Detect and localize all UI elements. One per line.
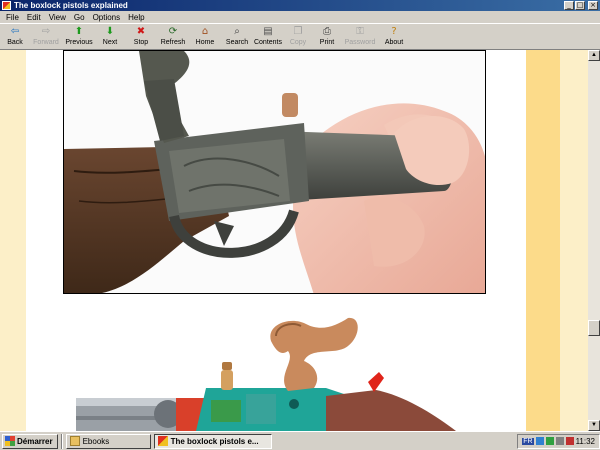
contents-button[interactable]: ▤ Contents bbox=[253, 24, 283, 50]
pistol-photo bbox=[63, 50, 486, 294]
about-button[interactable]: ? About bbox=[379, 24, 409, 50]
menu-go[interactable]: Go bbox=[70, 13, 89, 22]
system-tray: FR 11:32 bbox=[517, 433, 600, 449]
home-icon: ⌂ bbox=[201, 26, 209, 37]
search-button[interactable]: ⌕ Search bbox=[221, 24, 253, 50]
taskbar: Démarrer Ebooks The boxlock pistols e...… bbox=[0, 431, 600, 450]
password-button[interactable]: ⚿ Password bbox=[341, 24, 379, 50]
menu-options[interactable]: Options bbox=[89, 13, 125, 22]
copy-icon: ❐ bbox=[293, 26, 303, 37]
start-button[interactable]: Démarrer bbox=[2, 433, 58, 449]
taskbar-separator bbox=[60, 433, 63, 449]
key-icon: ⚿ bbox=[356, 26, 364, 37]
menu-help[interactable]: Help bbox=[124, 13, 148, 22]
refresh-button[interactable]: ⟳ Refresh bbox=[157, 24, 189, 50]
close-button[interactable]: × bbox=[588, 1, 598, 10]
copy-button[interactable]: ❐ Copy bbox=[283, 24, 313, 50]
toolbar: ⇦ Back ⇨ Forward ⬆ Previous ⬇ Next ✖ Stop ⟳ Re… bbox=[0, 23, 600, 50]
maximize-button[interactable]: □ bbox=[575, 1, 585, 10]
next-button[interactable]: ⬇ Next bbox=[95, 24, 125, 50]
about-icon: ? bbox=[391, 26, 397, 37]
window-title: The boxlock pistols explained bbox=[14, 1, 128, 10]
task-boxlock-pistols[interactable]: The boxlock pistols e... bbox=[153, 433, 272, 449]
scroll-up-button[interactable]: ▲ bbox=[588, 50, 600, 61]
contents-icon: ▤ bbox=[263, 26, 273, 37]
print-button[interactable]: ⎙ Print bbox=[313, 24, 341, 50]
scroll-down-button[interactable]: ▼ bbox=[588, 420, 600, 431]
forward-arrow-icon: ⇨ bbox=[41, 26, 51, 37]
print-icon: ⎙ bbox=[323, 26, 331, 37]
refresh-icon: ⟳ bbox=[168, 26, 178, 37]
home-button[interactable]: ⌂ Home bbox=[189, 24, 221, 50]
back-arrow-icon: ⇦ bbox=[10, 26, 20, 37]
volume-icon[interactable] bbox=[555, 437, 564, 445]
content-viewport[interactable] bbox=[0, 50, 588, 431]
stop-icon: ✖ bbox=[136, 26, 146, 37]
previous-button[interactable]: ⬆ Previous bbox=[63, 24, 95, 50]
minimize-button[interactable]: _ bbox=[564, 1, 574, 10]
search-icon: ⌕ bbox=[234, 26, 240, 37]
menu-file[interactable]: File bbox=[2, 13, 23, 22]
language-indicator[interactable]: FR bbox=[522, 437, 534, 445]
scroll-thumb[interactable] bbox=[588, 320, 600, 336]
vertical-scrollbar[interactable]: ▲ ▼ bbox=[588, 50, 600, 431]
folder-icon bbox=[69, 436, 80, 446]
menu-edit[interactable]: Edit bbox=[23, 13, 45, 22]
task-ebooks[interactable]: Ebooks bbox=[65, 433, 151, 449]
stop-button[interactable]: ✖ Stop bbox=[125, 24, 157, 50]
network-icon[interactable] bbox=[535, 437, 544, 445]
windows-flag-icon bbox=[5, 436, 15, 446]
down-arrow-icon: ⬇ bbox=[105, 26, 115, 37]
menu-bar: File Edit View Go Options Help bbox=[0, 11, 600, 23]
back-button[interactable]: ⇦ Back bbox=[1, 24, 29, 50]
clock: 11:32 bbox=[575, 436, 595, 446]
title-bar: The boxlock pistols explained _ □ × bbox=[0, 0, 600, 11]
messenger-icon[interactable] bbox=[565, 437, 574, 445]
menu-view[interactable]: View bbox=[45, 13, 70, 22]
antivirus-icon[interactable] bbox=[545, 437, 554, 445]
up-arrow-icon: ⬆ bbox=[74, 26, 84, 37]
ebook-icon bbox=[157, 436, 168, 446]
lock-diagram bbox=[76, 316, 476, 431]
app-icon bbox=[2, 1, 11, 10]
forward-button[interactable]: ⇨ Forward bbox=[29, 24, 63, 50]
